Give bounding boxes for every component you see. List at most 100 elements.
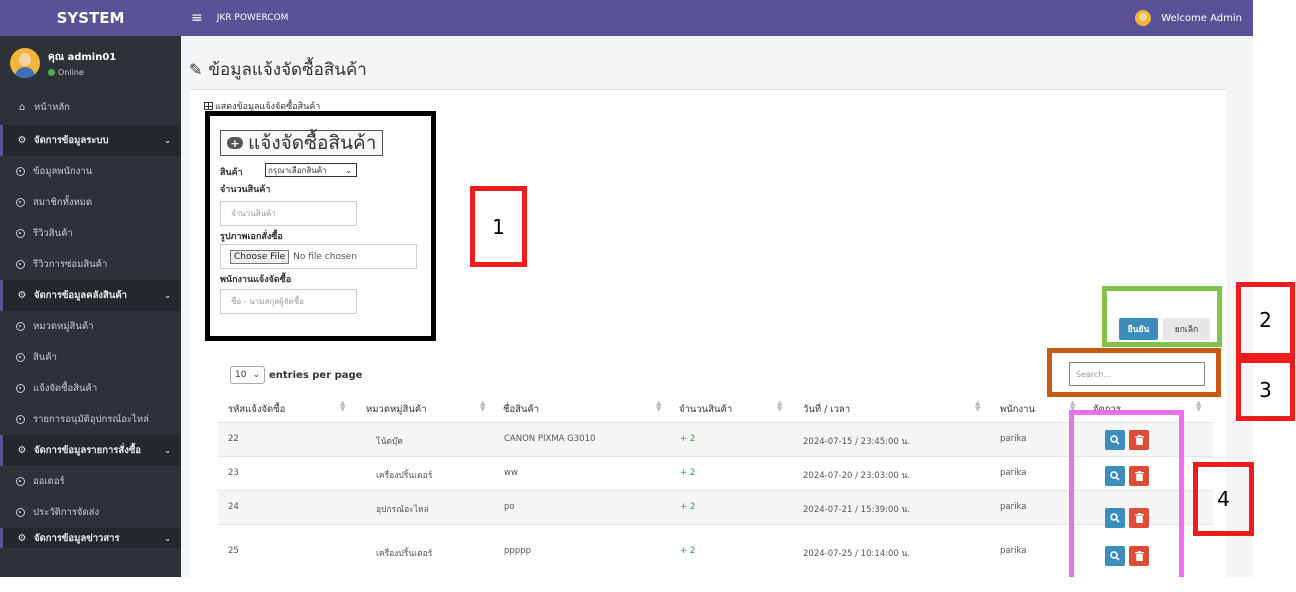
sidebar-item-label: หมวดหมู่สินค้า <box>33 321 94 332</box>
cell-quantity: + 2 <box>680 502 696 512</box>
sidebar-item-label: รายการอนุมัติอุปกรณ์อะไหล่ <box>33 414 149 425</box>
file-input[interactable]: Choose File No file chosen <box>220 244 417 269</box>
chevron-down-icon: ⌄ <box>164 533 171 543</box>
sidebar-item-shipping-history[interactable]: ประวัติการจัดส่ง <box>0 497 181 528</box>
circle-icon <box>16 353 25 362</box>
column-header-datetime[interactable]: วันที่ / เวลา <box>803 402 850 417</box>
sidebar-item-parts-approval[interactable]: รายการอนุมัติอุปกรณ์อะไหล่ <box>0 404 181 435</box>
cell-quantity: + 2 <box>680 434 696 444</box>
cell-staff: parika <box>1000 468 1027 478</box>
add-purchase-request-button[interactable]: + แจ้งจัดซื้อสินค้า <box>220 130 384 156</box>
gears-icon: ⚙ <box>17 532 27 544</box>
cell-id: 24 <box>228 502 239 512</box>
sort-icon[interactable]: ▲ ▼ <box>656 400 661 413</box>
confirm-button[interactable]: ยืนยัน <box>1119 318 1158 340</box>
sort-icon[interactable]: ▲ ▼ <box>777 400 782 413</box>
sort-icon[interactable]: ▲ ▼ <box>480 400 485 413</box>
sidebar-item-employees[interactable]: ข้อมูลพนักงาน <box>0 156 181 187</box>
sort-icon[interactable]: ▲ ▼ <box>975 400 980 413</box>
cell-product: CANON PIXMA G3010 <box>504 434 596 444</box>
chevron-down-icon: ⌄ <box>164 136 171 145</box>
cell-category: เครื่องปริ้นเตอร์ <box>376 471 433 481</box>
circle-icon <box>16 229 25 238</box>
app-title: JKR POWERCOM <box>216 13 289 23</box>
cell-id: 22 <box>228 434 239 444</box>
circle-icon <box>16 167 25 176</box>
search-input[interactable]: Search... <box>1069 362 1205 386</box>
view-button[interactable] <box>1105 546 1125 566</box>
sidebar-group-system[interactable]: ⚙ จัดการข้อมูลระบบ ⌄ <box>0 125 181 156</box>
product-select-value: กรุณาเลือกสินค้า <box>268 165 327 175</box>
sidebar-item-product-reviews[interactable]: รีวิวสินค้า <box>0 218 181 249</box>
page-title-text: ข้อมูลแจ้งจัดซื้อสินค้า <box>208 60 367 80</box>
column-header-product[interactable]: ชื่อสินค้า <box>503 402 539 417</box>
view-button[interactable] <box>1105 430 1125 450</box>
user-name: คุณ admin01 <box>48 51 117 63</box>
view-button[interactable] <box>1105 508 1125 528</box>
table-row: 24 อุปกรณ์อะไหล่ po + 2 2024-07-21 / 15:… <box>218 490 1213 524</box>
column-header-quantity[interactable]: จำนวนสินค้า <box>679 402 732 417</box>
sidebar-item-purchase-requests[interactable]: แจ้งจัดซื้อสินค้า <box>0 373 181 404</box>
chevron-down-icon: ⌄ <box>164 446 171 455</box>
sidebar-item-categories[interactable]: หมวดหมู่สินค้า <box>0 311 181 342</box>
sidebar-item-products[interactable]: สินค้า <box>0 342 181 373</box>
sidebar-group-warehouse[interactable]: ⚙ จัดการข้อมูลคลังสินค้า ⌄ <box>0 280 181 311</box>
entries-value: 10 <box>235 370 247 380</box>
sidebar-group-orders[interactable]: ⚙ จัดการข้อมูลรายการสั่งซื้อ ⌄ <box>0 435 181 466</box>
brand-logo[interactable]: SYSTEM <box>0 0 181 36</box>
annotation-3: 3 <box>1236 358 1295 421</box>
cell-staff: parika <box>1000 434 1027 444</box>
sidebar-item-orders[interactable]: ออเดอร์ <box>0 466 181 497</box>
column-header-id[interactable]: รหัสแจ้งจัดซื้อ <box>228 402 285 417</box>
search-icon <box>1110 513 1120 523</box>
user-status-label: Online <box>58 67 84 77</box>
delete-button[interactable] <box>1129 546 1149 566</box>
top-navbar: ≡ JKR POWERCOM Welcome Admin <box>181 0 1253 36</box>
gears-icon: ⚙ <box>17 290 27 301</box>
quantity-input[interactable]: จำนวนสินค้า <box>220 201 357 226</box>
user-avatar-icon <box>1135 10 1152 26</box>
sort-icon[interactable]: ▲ ▼ <box>340 400 345 413</box>
sidebar-group-label: จัดการข้อมูลรายการสั่งซื้อ <box>34 445 141 456</box>
cancel-button[interactable]: ยกเลิก <box>1163 318 1210 340</box>
sidebar-item-label: สมาชิกทั้งหมด <box>33 197 93 208</box>
annotation-2: 2 <box>1236 282 1295 358</box>
sidebar-group-label: จัดการข้อมูลข่าวสาร <box>34 532 120 544</box>
circle-icon <box>16 384 25 393</box>
cell-category: โน้ตบุ๊ค <box>376 437 403 447</box>
search-icon <box>1110 471 1120 481</box>
circle-icon <box>16 322 25 331</box>
delete-button[interactable] <box>1129 466 1149 486</box>
sidebar-group-news[interactable]: ⚙ จัดการข้อมูลข่าวสาร ⌄ <box>0 528 181 548</box>
sidebar-item-label: แจ้งจัดซื้อสินค้า <box>33 383 98 394</box>
sort-icon[interactable]: ▲ ▼ <box>1196 400 1201 413</box>
delete-button[interactable] <box>1129 430 1149 450</box>
add-button-label: แจ้งจัดซื้อสินค้า <box>248 132 377 154</box>
hamburger-menu-icon[interactable]: ≡ <box>191 10 203 26</box>
cell-quantity: + 2 <box>680 468 696 478</box>
cell-datetime: 2024-07-15 / 23:45:00 น. <box>803 437 911 447</box>
entries-select[interactable]: 10 ⌄ <box>230 366 265 384</box>
sidebar-item-members[interactable]: สมาชิกทั้งหมด <box>0 187 181 218</box>
sidebar-item-label: รีวิวสินค้า <box>33 228 73 239</box>
annotation-1: 1 <box>470 186 527 267</box>
choose-file-button[interactable]: Choose File <box>230 249 290 264</box>
sidebar-group-label: จัดการข้อมูลระบบ <box>34 135 109 146</box>
entries-per-page: 10 ⌄ entries per page <box>230 366 362 384</box>
view-button[interactable] <box>1105 466 1125 486</box>
product-select[interactable]: กรุณาเลือกสินค้า ⌄ <box>265 163 357 177</box>
trash-icon <box>1134 513 1144 523</box>
sidebar-item-repair-reviews[interactable]: รีวิวการซ่อมสินค้า <box>0 249 181 280</box>
entries-label: entries per page <box>269 369 363 381</box>
user-menu[interactable]: Welcome Admin <box>1135 10 1242 26</box>
user-status: Online <box>48 68 116 77</box>
column-header-staff[interactable]: พนักงาน <box>1000 402 1035 417</box>
quantity-label: จำนวนสินค้า <box>220 185 271 195</box>
user-avatar <box>10 48 40 78</box>
sidebar-item-home[interactable]: ⌂ หน้าหลัก <box>0 90 181 125</box>
pencil-icon: ✎ <box>189 60 203 79</box>
sidebar-item-label: หน้าหลัก <box>34 102 70 113</box>
delete-button[interactable] <box>1129 508 1149 528</box>
column-header-category[interactable]: หมวดหมู่สินค้า <box>366 402 427 417</box>
staff-name-input[interactable]: ชื่อ - นามสกุลผู้จัดซื้อ <box>220 289 357 314</box>
